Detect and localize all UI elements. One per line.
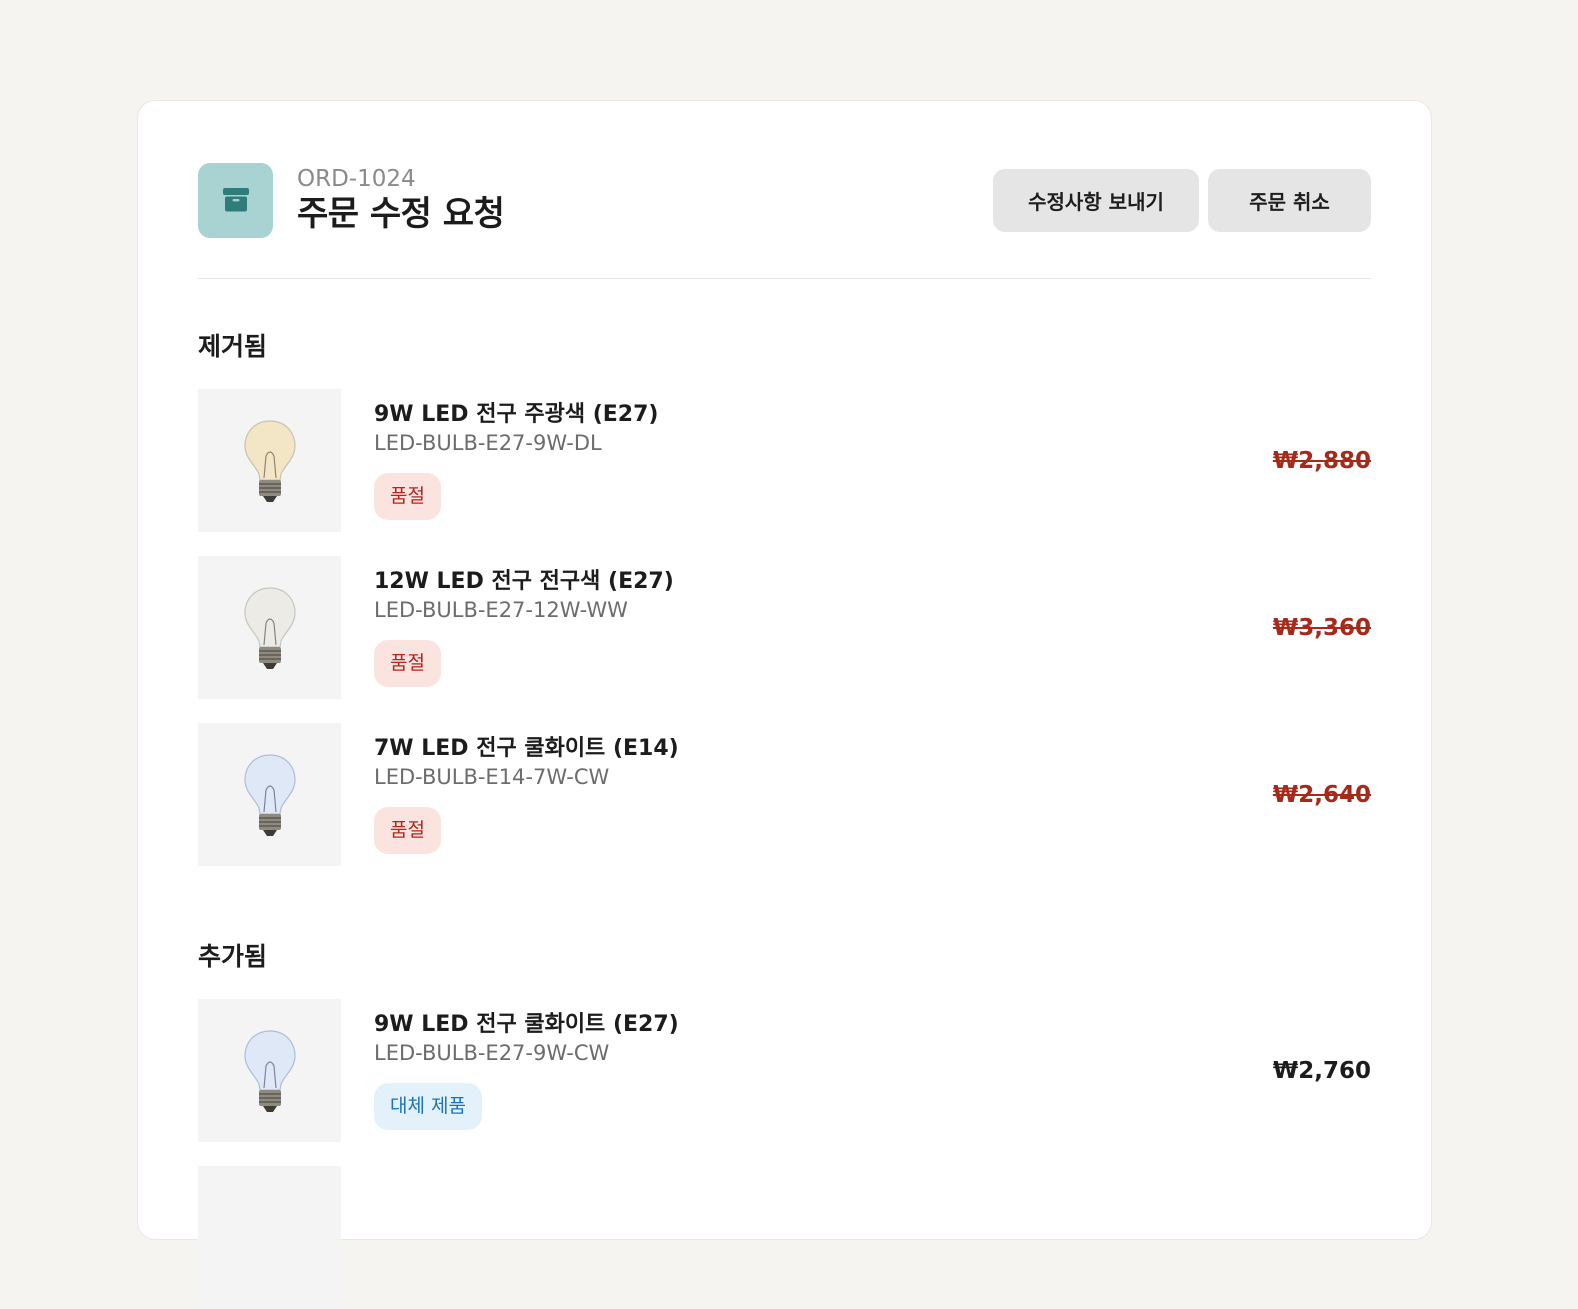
- cancel-order-button[interactable]: 주문 취소: [1208, 168, 1371, 232]
- out-of-stock-badge: 품절: [374, 473, 441, 520]
- product-thumbnail: [198, 723, 341, 866]
- product-sku: LED-BULB-E27-9W-CW: [374, 1041, 610, 1065]
- product-sku: LED-BULB-E27-9W-DL: [374, 431, 602, 455]
- product-price: ₩3,360: [1272, 614, 1371, 641]
- removed-item: 9W LED 전구 주광색 (E27) LED-BULB-E27-9W-DL 품…: [198, 389, 1371, 532]
- section-title-added: 추가됨: [198, 942, 268, 971]
- product-price: ₩2,880: [1272, 447, 1371, 474]
- product-price: ₩2,760: [1272, 1057, 1371, 1084]
- product-name: 9W LED 전구 쿨화이트 (E27): [374, 1012, 679, 1037]
- product-sku: LED-BULB-E27-12W-WW: [374, 598, 628, 622]
- removed-item: 7W LED 전구 쿨화이트 (E14) LED-BULB-E14-7W-CW …: [198, 723, 1371, 866]
- product-info: 12W LED 전구 전구색 (E27) LED-BULB-E27-12W-WW…: [374, 568, 674, 687]
- out-of-stock-badge: 품절: [374, 640, 441, 687]
- title-block: ORD-1024 주문 수정 요청: [297, 165, 505, 235]
- header: ORD-1024 주문 수정 요청 수정사항 보내기 주문 취소: [198, 162, 1371, 238]
- product-name: 9W LED 전구 주광색 (E27): [374, 402, 659, 427]
- light-bulb-icon: [243, 1029, 296, 1112]
- product-name: 7W LED 전구 쿨화이트 (E14): [374, 736, 679, 761]
- order-edit-card: ORD-1024 주문 수정 요청 수정사항 보내기 주문 취소 제거됨 9W …: [137, 100, 1432, 1309]
- product-thumbnail: [198, 389, 341, 532]
- send-changes-button[interactable]: 수정사항 보내기: [993, 168, 1199, 232]
- order-id: ORD-1024: [297, 166, 416, 192]
- product-name: 12W LED 전구 전구색 (E27): [374, 569, 674, 594]
- product-thumbnail: [198, 556, 341, 699]
- added-item: [198, 1166, 1371, 1309]
- page-title: 주문 수정 요청: [297, 194, 505, 234]
- section-title-removed: 제거됨: [198, 332, 268, 361]
- removed-item: 12W LED 전구 전구색 (E27) LED-BULB-E27-12W-WW…: [198, 556, 1371, 699]
- light-bulb-icon: [243, 753, 296, 836]
- product-thumbnail: [198, 1166, 341, 1309]
- product-info: 9W LED 전구 쿨화이트 (E27) LED-BULB-E27-9W-CW …: [374, 1011, 679, 1130]
- package-icon: [222, 188, 249, 212]
- header-actions: 수정사항 보내기 주문 취소: [993, 168, 1371, 232]
- product-price: ₩2,640: [1272, 781, 1371, 808]
- product-info: 9W LED 전구 주광색 (E27) LED-BULB-E27-9W-DL 품…: [374, 401, 658, 520]
- product-thumbnail: [198, 999, 341, 1142]
- light-bulb-icon: [243, 586, 296, 669]
- header-divider: [198, 278, 1371, 279]
- light-bulb-icon: [243, 419, 296, 502]
- substitute-badge: 대체 제품: [374, 1083, 482, 1130]
- product-info: 7W LED 전구 쿨화이트 (E14) LED-BULB-E14-7W-CW …: [374, 735, 679, 854]
- order-icon-tile: [198, 162, 273, 238]
- out-of-stock-badge: 품절: [374, 807, 441, 854]
- added-item: 9W LED 전구 쿨화이트 (E27) LED-BULB-E27-9W-CW …: [198, 999, 1371, 1142]
- product-sku: LED-BULB-E14-7W-CW: [374, 765, 610, 789]
